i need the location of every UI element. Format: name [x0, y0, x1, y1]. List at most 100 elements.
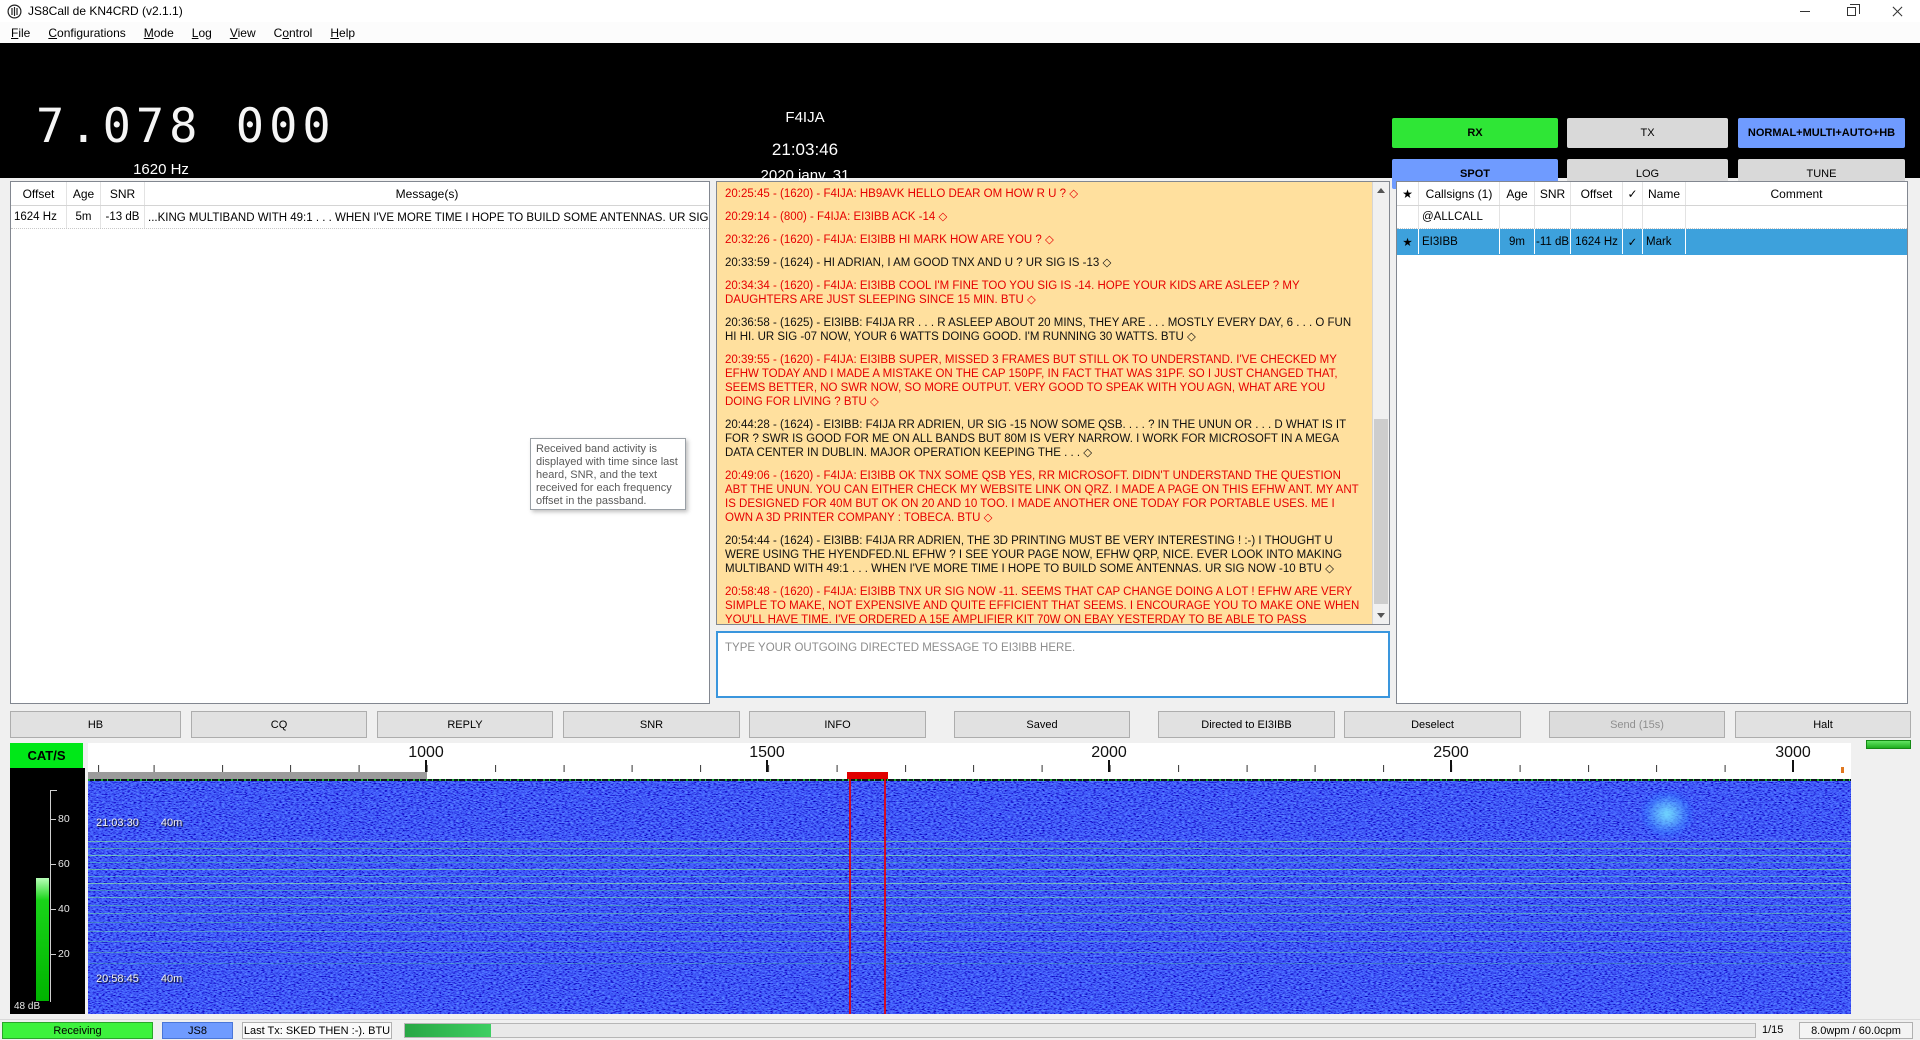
signal-level-bar — [36, 878, 49, 1001]
scroll-up-icon[interactable] — [1373, 182, 1389, 199]
menu-control[interactable]: Control — [265, 24, 322, 42]
deselect-button[interactable]: Deselect — [1344, 711, 1521, 738]
col-snr[interactable]: SNR — [101, 182, 145, 205]
comment-cell — [1686, 229, 1907, 254]
name-cell: Mark — [1643, 229, 1686, 254]
offset-cell: 1624 Hz — [1571, 229, 1623, 254]
menu-log[interactable]: Log — [183, 24, 221, 42]
selected-frequency-bracket[interactable] — [847, 772, 888, 779]
decoded-signal-blob — [1641, 791, 1693, 837]
major-tick — [766, 760, 768, 772]
callsign-cell: @ALLCALL — [1419, 206, 1500, 228]
meter-tick: 60 — [51, 858, 70, 870]
name-cell — [1643, 206, 1686, 228]
close-icon — [1892, 6, 1903, 17]
info-button[interactable]: INFO — [749, 711, 926, 738]
band-activity-tooltip: Received band activity is displayed with… — [530, 438, 686, 510]
snr-cell: -13 dB — [101, 206, 145, 228]
send-button[interactable]: Send (15s) — [1549, 711, 1725, 738]
col-offset[interactable]: Offset — [11, 182, 67, 205]
tx-button[interactable]: TX — [1567, 118, 1728, 148]
rx-button[interactable]: RX — [1392, 118, 1558, 148]
saved-button[interactable]: Saved — [954, 711, 1130, 738]
menu-help[interactable]: Help — [321, 24, 364, 42]
reply-button[interactable]: REPLY — [377, 711, 553, 738]
age-cell — [1500, 206, 1535, 228]
title-bar: JS8Call de KN4CRD (v2.1.1) — [0, 0, 1920, 22]
col-callsigns[interactable]: Callsigns (1) — [1419, 182, 1500, 205]
meter-tick: 20 — [51, 948, 70, 960]
signal-trace — [88, 905, 1851, 906]
restore-button[interactable] — [1828, 0, 1874, 22]
waterfall-gain-slider[interactable] — [1866, 740, 1911, 749]
callsign-row-selected[interactable]: ★ EI3IBB 9m -11 dB 1624 Hz ✓ Mark — [1397, 229, 1907, 255]
selected-callsign: F4IJA — [650, 109, 960, 126]
halt-button[interactable]: Halt — [1735, 711, 1911, 738]
menu-mode[interactable]: Mode — [135, 24, 183, 42]
dial-frequency-display[interactable]: 7.078 000 — [36, 99, 336, 154]
signal-trace — [88, 913, 1851, 914]
hb-button[interactable]: HB — [10, 711, 181, 738]
mode-button[interactable]: NORMAL+MULTI+AUTO+HB — [1738, 118, 1905, 148]
offset-marker-left[interactable] — [849, 779, 851, 1014]
message-scrollbar[interactable] — [1372, 182, 1389, 624]
status-bar: Receiving JS8 Last Tx: SKED THEN :-). BT… — [0, 1019, 1920, 1040]
offset-marker-right[interactable] — [884, 779, 886, 1014]
minor-ticks — [88, 765, 1851, 772]
meter-tick: 40 — [51, 903, 70, 915]
frequency-scale[interactable]: 1000 1500 2000 2500 3000 — [88, 743, 1851, 779]
message-history[interactable]: 20:25:45 - (1620) - F4IJA: HB9AVK HELLO … — [716, 181, 1390, 625]
menu-file[interactable]: File — [2, 24, 39, 42]
scroll-down-icon[interactable] — [1373, 607, 1389, 624]
col-name[interactable]: Name — [1643, 182, 1686, 205]
top-header: 7.078 000 1620 Hz F4IJA 21:03:46 2020 ja… — [0, 43, 1920, 178]
signal-trace — [88, 883, 1851, 884]
window-title: JS8Call de KN4CRD (v2.1.1) — [28, 4, 183, 18]
major-tick — [1108, 760, 1110, 772]
js8call-window: JS8Call de KN4CRD (v2.1.1) File Configur… — [0, 0, 1920, 1040]
minimize-button[interactable] — [1782, 0, 1828, 22]
cat-status-button[interactable]: CAT/S — [10, 743, 83, 768]
utc-clock: 21:03:46 — [650, 140, 960, 160]
offset-frequency[interactable]: 1620 Hz — [36, 161, 286, 178]
compose-input[interactable]: TYPE YOUR OUTGOING DIRECTED MESSAGE TO E… — [716, 631, 1390, 698]
close-button[interactable] — [1874, 0, 1920, 22]
message-line: 20:29:14 - (800) - F4IJA: EI3IBB ACK -14… — [725, 210, 1364, 224]
waterfall-timestamp: 21:03:3040m — [96, 817, 182, 829]
signal-trace — [88, 869, 1851, 870]
cq-button[interactable]: CQ — [191, 711, 367, 738]
age-cell: 9m — [1500, 229, 1535, 254]
signal-trace — [88, 876, 1851, 877]
signal-trace — [88, 922, 1851, 923]
waterfall-timestamp: 20:58:4540m — [96, 973, 182, 985]
message-cell: ...KING MULTIBAND WITH 49:1 . . . WHEN I… — [145, 206, 709, 228]
directed-to-button[interactable]: Directed to EI3IBB — [1158, 711, 1335, 738]
comment-cell — [1686, 206, 1907, 228]
signal-level-value: 48 dB — [14, 1001, 40, 1012]
col-offset[interactable]: Offset — [1571, 182, 1623, 205]
waterfall-display[interactable]: 21:03:3040m 20:58:4540m — [88, 779, 1851, 1014]
col-check[interactable]: ✓ — [1623, 182, 1643, 205]
restore-icon — [1847, 7, 1856, 16]
menu-bar: File Configurations Mode Log View Contro… — [0, 22, 1920, 43]
col-age[interactable]: Age — [67, 182, 101, 205]
signal-trace — [88, 897, 1851, 898]
callsign-row-allcall[interactable]: @ALLCALL — [1397, 206, 1907, 229]
check-cell: ✓ — [1623, 229, 1643, 254]
col-messages[interactable]: Message(s) — [145, 182, 709, 205]
band-activity-row[interactable]: 1624 Hz 5m -13 dB ...KING MULTIBAND WITH… — [11, 206, 709, 229]
snr-button[interactable]: SNR — [563, 711, 740, 738]
col-comment[interactable]: Comment — [1686, 182, 1907, 205]
last-tx-status: Last Tx: SKED THEN :-). BTU — [242, 1022, 392, 1039]
menu-configurations[interactable]: Configurations — [39, 24, 134, 42]
menu-view[interactable]: View — [221, 24, 265, 42]
speed-indicator: 8.0wpm / 60.0cpm — [1799, 1022, 1913, 1039]
col-age[interactable]: Age — [1500, 182, 1535, 205]
col-snr[interactable]: SNR — [1535, 182, 1571, 205]
col-star[interactable]: ★ — [1397, 182, 1419, 205]
mode-badge: JS8 — [162, 1022, 233, 1039]
signal-trace — [88, 862, 1851, 863]
meter-tick: 80 — [51, 813, 70, 825]
scrollbar-thumb[interactable] — [1374, 419, 1388, 604]
message-line: 20:34:34 - (1620) - F4IJA: EI3IBB COOL I… — [725, 279, 1364, 307]
